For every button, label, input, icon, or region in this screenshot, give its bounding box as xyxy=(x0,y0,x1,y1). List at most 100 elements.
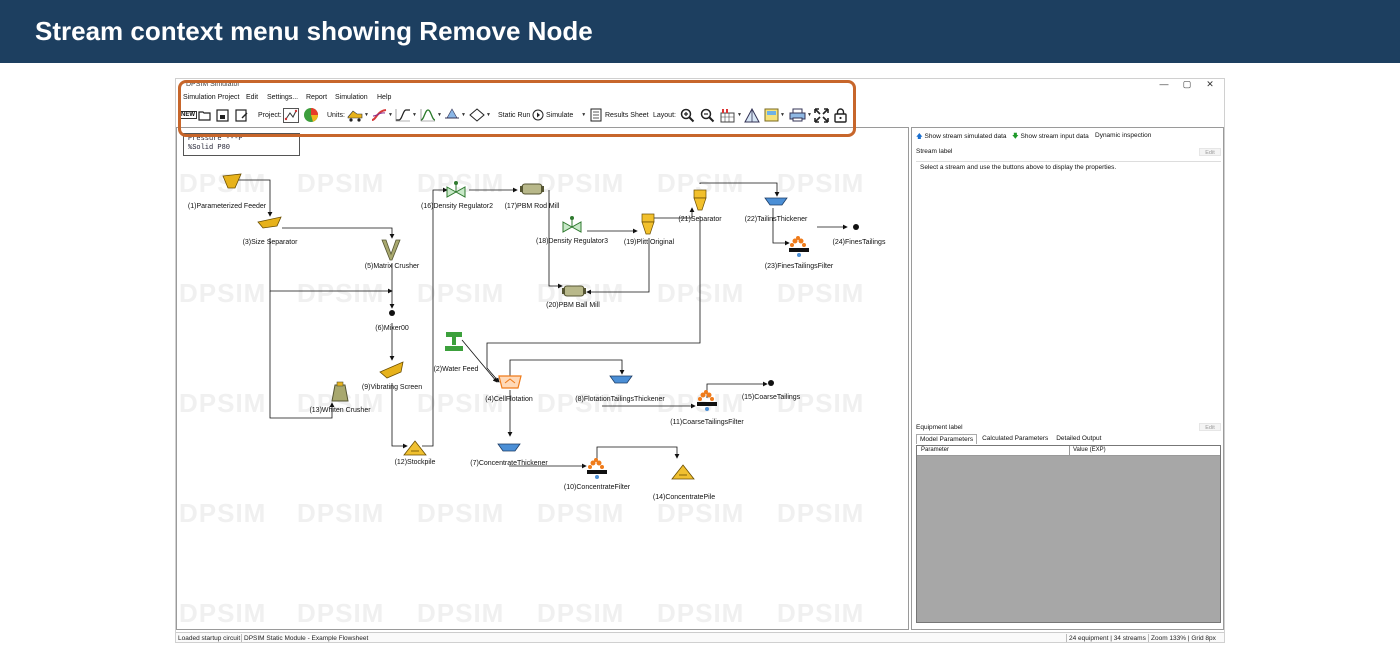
stream-line xyxy=(509,359,625,376)
snap-grid-button[interactable]: ▼ xyxy=(720,107,742,123)
static-run-button[interactable]: Static Run xyxy=(498,107,530,123)
coarse-tailings-filter-icon[interactable] xyxy=(695,390,719,412)
concentrate-pile-icon[interactable] xyxy=(671,464,695,480)
mixer-icon[interactable] xyxy=(388,309,396,317)
menu-help[interactable]: Help xyxy=(377,94,391,101)
flotation-tailings-thickener-icon[interactable] xyxy=(609,374,633,386)
maximize-button[interactable]: ▢ xyxy=(1180,79,1194,90)
minimize-button[interactable]: — xyxy=(1157,79,1171,89)
project-chart-button[interactable] xyxy=(303,107,319,123)
chevron-down-icon: ▼ xyxy=(364,112,369,118)
simulate-button[interactable]: Simulate ▼ xyxy=(532,107,586,123)
cell-flotation-icon[interactable] xyxy=(497,374,523,390)
status-module: DPSIM Static Module - Example Flowsheet xyxy=(244,635,369,642)
tailings-thickener-icon[interactable] xyxy=(764,196,788,208)
density-regulator2-icon[interactable] xyxy=(445,180,467,200)
feeder-icon[interactable] xyxy=(221,172,243,190)
equipment-label: (4)CellFlotation xyxy=(485,396,533,403)
menu-settings[interactable]: Settings... xyxy=(267,94,298,101)
slide-title: Stream context menu showing Remove Node xyxy=(35,16,593,46)
magnet-grid-icon xyxy=(720,108,735,122)
align-button[interactable] xyxy=(744,107,760,123)
units-other-button[interactable]: ▼ xyxy=(469,107,491,123)
properties-panel: 🡅 Show stream simulated data 🡇 Show stre… xyxy=(911,127,1224,630)
size-separator-icon[interactable] xyxy=(257,216,283,230)
fines-tailings-icon[interactable] xyxy=(852,223,860,231)
equipment-label: (8)FlotationTailingsThickener xyxy=(575,396,665,403)
concentrate-filter-icon[interactable] xyxy=(585,458,609,480)
units-label: Units: xyxy=(327,111,345,119)
pbm-ball-mill-icon[interactable] xyxy=(561,284,587,298)
equipment-label: (24)FinesTailings xyxy=(832,239,886,246)
units-flow-button[interactable]: ▼ xyxy=(371,107,393,123)
simulate-label: Simulate xyxy=(546,111,574,119)
tab-detailed-output[interactable]: Detailed Output xyxy=(1053,434,1104,444)
zoom-out-button[interactable] xyxy=(700,107,715,123)
new-project-button[interactable]: NEW xyxy=(179,107,197,123)
column-value[interactable]: Value (EXP) xyxy=(1073,447,1106,453)
units-size-button[interactable]: ▼ xyxy=(395,107,417,123)
chevron-down-icon: ▼ xyxy=(412,112,417,118)
menu-simulation[interactable]: Simulation xyxy=(335,94,368,101)
fines-tailings-filter-icon[interactable] xyxy=(787,236,811,258)
tab-calculated-parameters[interactable]: Calculated Parameters xyxy=(979,434,1051,444)
menu-edit[interactable]: Edit xyxy=(246,94,258,101)
stream-line xyxy=(699,182,780,197)
menu-simulation-project[interactable]: Simulation Project xyxy=(183,94,239,101)
save-as-button[interactable] xyxy=(235,107,249,123)
print-button[interactable]: ▼ xyxy=(789,107,812,123)
stream-hint-text: Select a stream and use the buttons abov… xyxy=(920,164,1117,171)
show-simulated-data-button[interactable]: 🡅 Show stream simulated data xyxy=(916,132,1007,143)
arrow-down-icon: 🡇 xyxy=(1012,133,1019,140)
units-density-button[interactable]: ▼ xyxy=(420,107,442,123)
matrix-crusher-icon[interactable] xyxy=(379,238,403,262)
parameter-grid-header: Parameter Value (EXP) xyxy=(917,446,1220,456)
equipment-label: (9)Vibrating Screen xyxy=(361,384,423,391)
menu-report[interactable]: Report xyxy=(306,94,327,101)
save-icon xyxy=(216,108,229,122)
open-project-button[interactable] xyxy=(198,107,212,123)
vibrating-screen-icon[interactable] xyxy=(379,360,405,380)
stream-label-heading: Stream label xyxy=(916,148,953,155)
equipment-edit-button[interactable]: Edit xyxy=(1199,423,1221,431)
stream-edit-button[interactable]: Edit xyxy=(1199,148,1221,156)
stockpile-icon[interactable] xyxy=(403,440,427,456)
equipment-label-heading: Equipment label xyxy=(916,424,963,431)
whiten-crusher-icon[interactable] xyxy=(329,381,351,405)
concentrate-thickener-icon[interactable] xyxy=(497,442,521,454)
tab-model-parameters[interactable]: Model Parameters xyxy=(916,434,978,444)
water-feed-icon[interactable] xyxy=(443,330,465,354)
pbm-rod-mill-icon[interactable] xyxy=(519,182,545,196)
show-input-data-button[interactable]: 🡇 Show stream input data xyxy=(1012,132,1089,143)
plitt-original-icon[interactable] xyxy=(639,212,657,238)
status-message: Loaded startup circuit xyxy=(178,635,241,642)
lock-button[interactable] xyxy=(834,107,847,123)
column-parameter[interactable]: Parameter xyxy=(921,447,949,453)
equipment-label: (1)Parameterized Feeder xyxy=(187,203,267,210)
equipment-label: (18)Density Regulator3 xyxy=(536,238,608,245)
pie-chart-icon xyxy=(304,108,318,122)
chevron-down-icon: ▼ xyxy=(486,112,491,118)
dynamic-inspection-button[interactable]: Dynamic inspection xyxy=(1095,132,1151,139)
toolbar: NEW Project: Units: ▼ ▼ ▼ ▼ ▼ ▼ Static R… xyxy=(176,105,1224,125)
units-pressure-button[interactable]: ▼ xyxy=(444,107,466,123)
project-settings-button[interactable] xyxy=(283,107,299,123)
close-button[interactable]: ✕ xyxy=(1203,79,1217,90)
chevron-down-icon: ▼ xyxy=(780,112,785,118)
zoom-in-button[interactable] xyxy=(680,107,695,123)
note-button[interactable]: ▼ xyxy=(764,107,785,123)
equipment-label: (19)Plitt Original xyxy=(623,239,675,246)
stream-line xyxy=(282,227,395,239)
units-mass-button[interactable]: ▼ xyxy=(347,107,369,123)
coarse-tailings-icon[interactable] xyxy=(767,379,775,387)
results-sheet-button[interactable]: Results Sheet xyxy=(590,107,649,123)
density-regulator3-icon[interactable] xyxy=(561,215,583,235)
parameter-grid[interactable]: Parameter Value (EXP) xyxy=(916,445,1221,623)
stream-line xyxy=(596,446,680,460)
flowsheet-canvas[interactable]: DPSIM DPSIM DPSIM DPSIM DPSIM DPSIM DPSI… xyxy=(176,127,909,630)
equipment-label: (15)CoarseTailings xyxy=(741,394,801,401)
separator-icon[interactable] xyxy=(691,188,709,214)
save-project-button[interactable] xyxy=(216,107,229,123)
fit-screen-button[interactable] xyxy=(814,107,829,123)
stream-line xyxy=(422,187,448,447)
